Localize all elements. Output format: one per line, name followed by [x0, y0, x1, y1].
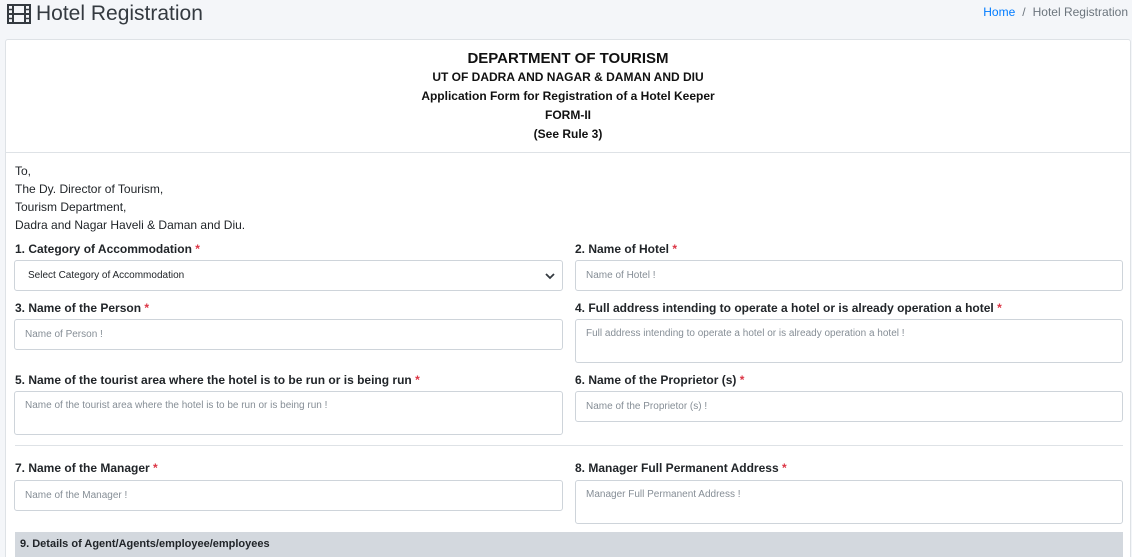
form-purpose: Application Form for Registration of a H…: [421, 89, 715, 103]
required-marker: *: [415, 373, 420, 387]
full-address-label-text: 4. Full address intending to operate a h…: [575, 301, 994, 315]
manager-label: 7. Name of the Manager *: [15, 461, 158, 475]
section-divider: [15, 445, 1123, 446]
address-line: The Dy. Director of Tourism,: [15, 182, 164, 196]
address-line: Dadra and Nagar Haveli & Daman and Diu.: [15, 218, 246, 232]
proprietor-label: 6. Name of the Proprietor (s) *: [575, 373, 744, 387]
required-marker: *: [781, 461, 787, 475]
person-name-input[interactable]: [14, 319, 563, 350]
manager-name-input[interactable]: [14, 480, 563, 511]
full-address-label: 4. Full address intending to operate a h…: [575, 301, 1002, 315]
breadcrumb-current: Hotel Registration: [1032, 5, 1128, 19]
agent-details-section-header: 9. Details of Agent/Agents/employee/empl…: [15, 532, 1123, 557]
required-marker: *: [195, 242, 200, 256]
required-marker: *: [739, 373, 745, 387]
manager-address-textarea[interactable]: [575, 480, 1123, 524]
hotel-name-label: 2. Name of Hotel *: [575, 242, 677, 256]
proprietor-input[interactable]: [575, 391, 1123, 422]
form-number: FORM-II: [545, 108, 591, 122]
breadcrumb-home-link[interactable]: Home: [983, 5, 1015, 19]
department-title: DEPARTMENT OF TOURISM: [467, 50, 669, 67]
tourist-area-label-text: 5. Name of the tourist area where the ho…: [15, 373, 412, 387]
proprietor-label-text: 6. Name of the Proprietor (s): [575, 373, 737, 387]
person-name-label-text: 3. Name of the Person: [15, 301, 142, 315]
film-icon: [7, 4, 31, 24]
manager-address-label-text: 8. Manager Full Permanent Address: [575, 461, 779, 475]
page-header: Hotel Registration Home / Hotel Registra…: [0, 0, 1132, 30]
address-line: To,: [15, 164, 32, 178]
category-select[interactable]: Select Category of Accommodation: [14, 260, 563, 291]
ut-title: UT OF DADRA AND NAGAR & DAMAN AND DIU: [432, 70, 704, 84]
required-marker: *: [153, 461, 158, 475]
person-name-label: 3. Name of the Person *: [15, 301, 149, 315]
category-label-text: 1. Category of Accommodation: [15, 242, 192, 256]
category-label: 1. Category of Accommodation *: [15, 242, 200, 256]
hotel-name-input[interactable]: [575, 260, 1123, 291]
page-title: Hotel Registration: [36, 2, 203, 25]
required-marker: *: [997, 301, 1002, 315]
registration-form-card: DEPARTMENT OF TOURISM UT OF DADRA AND NA…: [5, 39, 1131, 557]
category-selected-value: Select Category of Accommodation: [28, 270, 185, 281]
tourist-area-textarea[interactable]: [14, 391, 563, 435]
manager-label-text: 7. Name of the Manager: [15, 461, 150, 475]
breadcrumb-separator: /: [1022, 5, 1026, 19]
breadcrumb: Home / Hotel Registration: [983, 5, 1128, 19]
addressee-block: To, The Dy. Director of Tourism, Tourism…: [15, 162, 245, 234]
required-marker: *: [672, 242, 678, 256]
address-line: Tourism Department,: [15, 200, 127, 214]
title-wrap: Hotel Registration: [7, 1, 203, 27]
tourist-area-label: 5. Name of the tourist area where the ho…: [15, 373, 420, 387]
full-address-textarea[interactable]: [575, 319, 1123, 363]
hotel-name-label-text: 2. Name of Hotel: [575, 242, 670, 256]
manager-address-label: 8. Manager Full Permanent Address *: [575, 461, 787, 475]
chevron-down-icon: [545, 272, 555, 279]
section-title: 9. Details of Agent/Agents/employee/empl…: [20, 538, 270, 550]
form-rule: (See Rule 3): [533, 127, 603, 141]
form-header: DEPARTMENT OF TOURISM UT OF DADRA AND NA…: [6, 40, 1130, 153]
required-marker: *: [144, 301, 150, 315]
